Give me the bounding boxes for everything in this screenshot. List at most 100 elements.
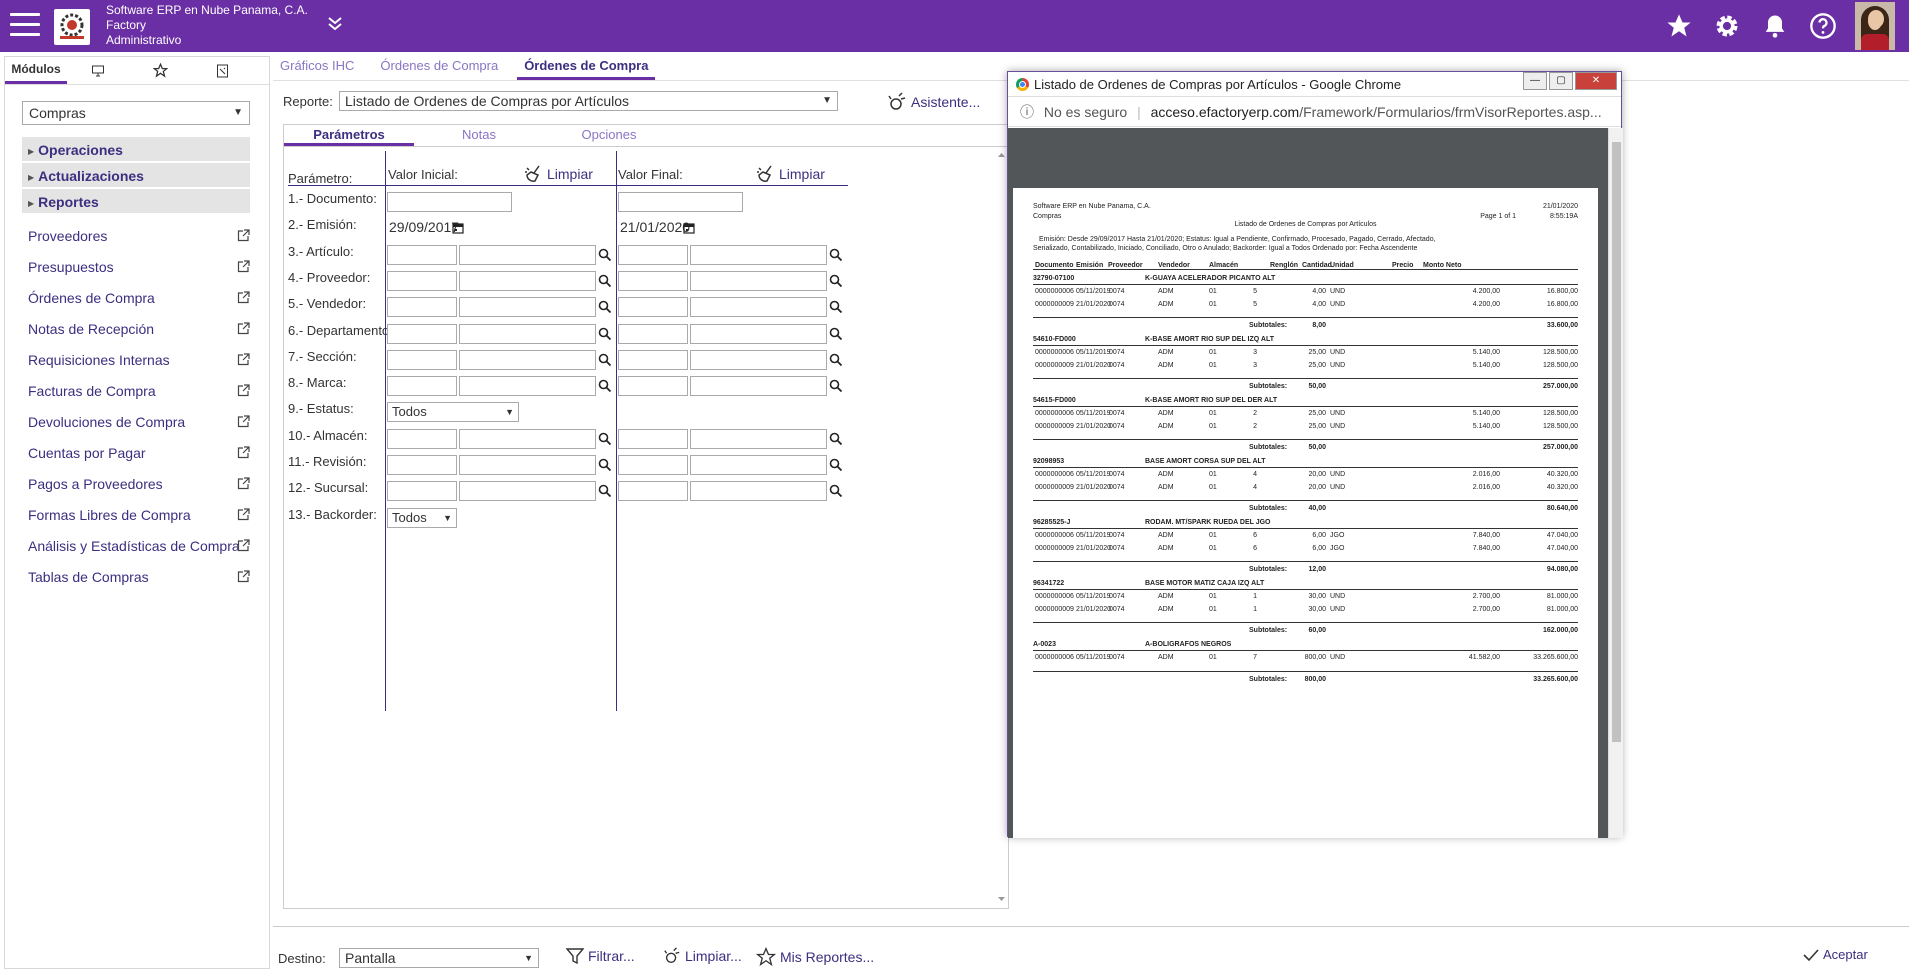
search-icon[interactable] (598, 379, 612, 393)
module-link[interactable]: Órdenes de Compra (22, 283, 250, 314)
name-hasta-input[interactable] (690, 376, 827, 397)
code-desde-input[interactable] (387, 455, 457, 475)
module-link[interactable]: Formas Libres de Compra (22, 500, 250, 531)
viewer-scrollbar[interactable] (1608, 128, 1623, 838)
star-icon[interactable] (1665, 12, 1693, 40)
search-icon[interactable] (598, 458, 612, 472)
limpiar-inicial-button[interactable]: Limpiar (524, 165, 593, 183)
window-titlebar[interactable]: Listado de Ordenes de Compras por Artícu… (1008, 72, 1621, 97)
code-hasta-input[interactable] (618, 297, 688, 318)
code-desde-input[interactable] (387, 376, 457, 397)
section-operaciones[interactable]: ▶ Operaciones (22, 137, 250, 163)
module-link[interactable]: Análisis y Estadísticas de Compra (22, 531, 250, 562)
report-select[interactable]: Listado de Ordenes de Compras por Artícu… (339, 91, 838, 111)
external-link-icon[interactable] (237, 477, 250, 490)
name-desde-input[interactable] (459, 270, 596, 291)
search-icon[interactable] (598, 353, 612, 367)
search-icon[interactable] (829, 432, 843, 446)
module-link[interactable]: Proveedores (22, 221, 250, 252)
limpiar-final-button[interactable]: Limpiar (756, 165, 825, 183)
gear-icon[interactable] (1713, 12, 1741, 40)
tab-favorites[interactable] (129, 57, 191, 84)
search-icon[interactable] (829, 327, 843, 341)
search-icon[interactable] (829, 353, 843, 367)
search-icon[interactable] (829, 379, 843, 393)
code-hasta-input[interactable] (618, 481, 688, 502)
search-icon[interactable] (598, 432, 612, 446)
name-desde-input[interactable] (459, 349, 596, 370)
code-hasta-input[interactable] (618, 376, 688, 397)
code-hasta-input[interactable] (618, 349, 688, 370)
module-link[interactable]: Tablas de Compras (22, 562, 250, 593)
code-hasta-input[interactable] (618, 455, 688, 475)
module-link[interactable]: Devoluciones de Compra (22, 407, 250, 438)
code-desde-input[interactable] (387, 323, 457, 344)
code-desde-input[interactable] (387, 428, 457, 449)
section-reportes[interactable]: ▶ Reportes (22, 189, 250, 215)
search-icon[interactable] (598, 484, 612, 498)
emision-desde-input[interactable]: 29/09/2017 (387, 218, 459, 239)
estatus-select[interactable]: Todos ▼ (387, 402, 519, 423)
module-select[interactable]: Compras ▼ (22, 101, 250, 125)
name-desde-input[interactable] (459, 376, 596, 397)
code-hasta-input[interactable] (618, 244, 688, 265)
tab-notas[interactable]: Notas (414, 125, 544, 146)
tab-desktop[interactable] (67, 57, 129, 84)
code-desde-input[interactable] (387, 297, 457, 318)
external-link-icon[interactable] (237, 229, 250, 242)
search-icon[interactable] (829, 458, 843, 472)
name-hasta-input[interactable] (690, 428, 827, 449)
name-hasta-input[interactable] (690, 297, 827, 318)
backorder-select[interactable]: Todos ▼ (387, 507, 457, 528)
documento-hasta-input[interactable] (618, 192, 743, 212)
external-link-icon[interactable] (237, 415, 250, 428)
close-button[interactable]: ✕ (1575, 72, 1617, 90)
mis-reportes-button[interactable]: Mis Reportes... (756, 947, 874, 967)
external-link-icon[interactable] (237, 353, 250, 366)
module-link[interactable]: Pagos a Proveedores (22, 469, 250, 500)
name-desde-input[interactable] (459, 297, 596, 318)
search-icon[interactable] (829, 484, 843, 498)
search-icon[interactable] (829, 300, 843, 314)
bell-icon[interactable] (1761, 12, 1789, 40)
tab-ordenes-compra-active[interactable]: Órdenes de Compra (517, 56, 656, 80)
section-actualizaciones[interactable]: ▶ Actualizaciones (22, 163, 250, 189)
search-icon[interactable] (598, 327, 612, 341)
name-desde-input[interactable] (459, 244, 596, 265)
limpiar-bottom-button[interactable]: Limpiar... (663, 947, 742, 965)
external-link-icon[interactable] (237, 570, 250, 583)
search-icon[interactable] (598, 248, 612, 262)
name-hasta-input[interactable] (690, 481, 827, 502)
hamburger-menu-icon[interactable] (10, 13, 40, 39)
name-desde-input[interactable] (459, 455, 596, 475)
module-link[interactable]: Cuentas por Pagar (22, 438, 250, 469)
name-hasta-input[interactable] (690, 244, 827, 265)
code-desde-input[interactable] (387, 481, 457, 502)
module-link[interactable]: Notas de Recepción (22, 314, 250, 345)
tab-graficos-ihc[interactable]: Gráficos IHC (273, 56, 361, 80)
code-desde-input[interactable] (387, 349, 457, 370)
name-desde-input[interactable] (459, 428, 596, 449)
name-hasta-input[interactable] (690, 270, 827, 291)
scrollbar-thumb[interactable] (1612, 142, 1621, 742)
calendar-icon[interactable] (683, 222, 695, 234)
code-desde-input[interactable] (387, 244, 457, 265)
name-hasta-input[interactable] (690, 349, 827, 370)
emision-hasta-input[interactable]: 21/01/2020 (618, 218, 690, 239)
documento-desde-input[interactable] (387, 192, 512, 212)
destino-select[interactable]: Pantalla ▼ (339, 948, 539, 968)
code-hasta-input[interactable] (618, 270, 688, 291)
info-icon[interactable]: ⓘ (1020, 104, 1034, 120)
name-hasta-input[interactable] (690, 455, 827, 475)
external-link-icon[interactable] (237, 291, 250, 304)
filtrar-button[interactable]: Filtrar... (566, 947, 635, 965)
tab-opciones[interactable]: Opciones (544, 125, 674, 146)
report-viewer-window[interactable]: Listado de Ordenes de Compras por Artícu… (1007, 71, 1623, 838)
aceptar-button[interactable]: Aceptar (1803, 947, 1868, 962)
name-desde-input[interactable] (459, 323, 596, 344)
external-link-icon[interactable] (237, 508, 250, 521)
tab-ordenes-compra[interactable]: Órdenes de Compra (373, 56, 505, 80)
search-icon[interactable] (829, 248, 843, 262)
external-link-icon[interactable] (237, 539, 250, 552)
module-link[interactable]: Requisiciones Internas (22, 345, 250, 376)
